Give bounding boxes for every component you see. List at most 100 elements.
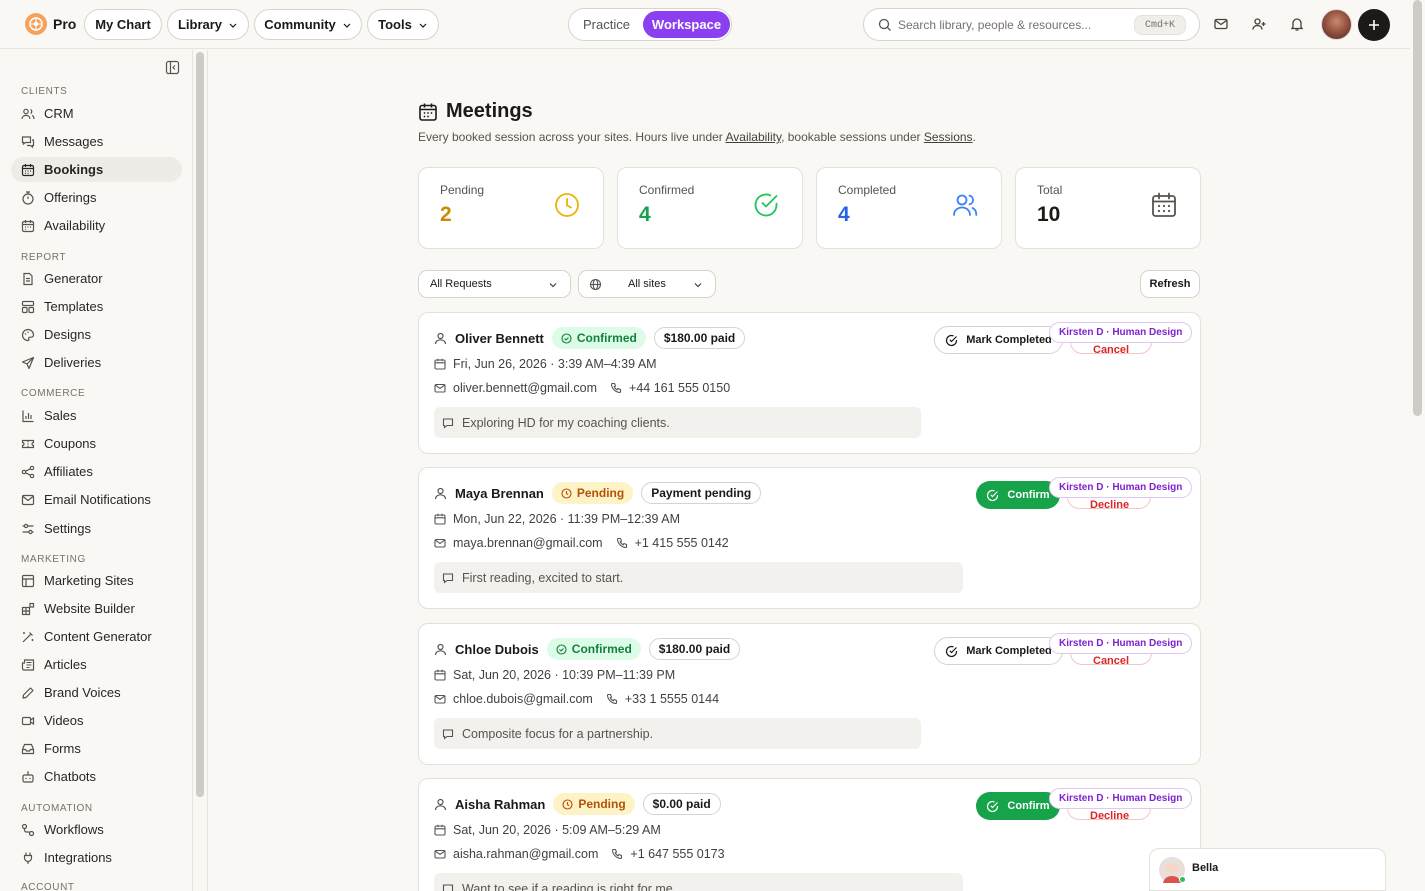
create-button[interactable] bbox=[1358, 9, 1390, 41]
calendar-icon bbox=[21, 163, 35, 176]
shortcut-hint: Cmd+K bbox=[1134, 15, 1186, 35]
stat-value: 10 bbox=[1037, 203, 1061, 226]
sidebar-item-content-generator[interactable]: Content Generator bbox=[11, 624, 182, 649]
bell-icon[interactable] bbox=[1287, 14, 1307, 34]
sidebar-item-website-builder[interactable]: Website Builder bbox=[11, 596, 182, 621]
client-email[interactable]: chloe.dubois@gmail.com bbox=[453, 692, 593, 706]
sidebar-item-integrations[interactable]: Integrations bbox=[11, 845, 182, 870]
section-title: REPORT bbox=[21, 252, 67, 263]
brand-logo[interactable]: Pro bbox=[25, 13, 76, 35]
availability-link[interactable]: Availability bbox=[725, 130, 781, 144]
sidebar-item-label: CRM bbox=[44, 106, 74, 121]
mail-icon[interactable] bbox=[1211, 14, 1231, 34]
sidebar-item-label: Website Builder bbox=[44, 601, 135, 616]
sidebar-item-coupons[interactable]: Coupons bbox=[11, 431, 182, 456]
sidebar-item-generator[interactable]: Generator bbox=[11, 266, 182, 291]
sidebar-item-brand-voices[interactable]: Brand Voices bbox=[11, 680, 182, 705]
phone-icon bbox=[612, 848, 623, 860]
client-email[interactable]: oliver.bennett@gmail.com bbox=[453, 381, 597, 395]
chat-widget[interactable]: Bella bbox=[1149, 848, 1386, 891]
sidebar-item-workflows[interactable]: Workflows bbox=[11, 817, 182, 842]
sidebar-item-videos[interactable]: Videos bbox=[11, 708, 182, 733]
message-icon bbox=[442, 417, 454, 429]
sidebar-item-marketing-sites[interactable]: Marketing Sites bbox=[11, 568, 182, 593]
client-phone[interactable]: +1 647 555 0173 bbox=[630, 847, 724, 861]
add-user-icon[interactable] bbox=[1249, 14, 1269, 34]
sidebar-item-designs[interactable]: Designs bbox=[11, 322, 182, 347]
page-title: Meetings bbox=[418, 100, 533, 123]
globe-icon bbox=[589, 278, 602, 291]
sidebar-item-label: Deliveries bbox=[44, 355, 102, 370]
sidebar-item-offerings[interactable]: Offerings bbox=[11, 185, 182, 210]
client-phone[interactable]: +1 415 555 0142 bbox=[635, 536, 729, 550]
nav-my-chart[interactable]: My Chart bbox=[84, 9, 162, 40]
check-circle-icon bbox=[561, 332, 572, 344]
stat-card-completed: Completed 4 bbox=[816, 167, 1002, 249]
sidebar-item-crm[interactable]: CRM bbox=[11, 101, 182, 126]
sidebar-item-deliveries[interactable]: Deliveries bbox=[11, 350, 182, 375]
sidebar-scrollbar[interactable] bbox=[196, 52, 204, 797]
client-email[interactable]: aisha.rahman@gmail.com bbox=[453, 847, 598, 861]
user-icon bbox=[434, 332, 447, 344]
mail-icon bbox=[434, 849, 446, 859]
bot-icon bbox=[22, 770, 34, 783]
search-icon bbox=[878, 18, 891, 31]
confirm-button[interactable]: Confirm bbox=[976, 481, 1060, 509]
sidebar-item-availability[interactable]: Availability bbox=[11, 213, 182, 238]
sidebar-item-label: Messages bbox=[44, 134, 104, 149]
nav-tools[interactable]: Tools bbox=[367, 9, 439, 40]
check-circle-icon bbox=[754, 193, 778, 217]
search-input[interactable] bbox=[898, 15, 1128, 35]
cancel-label: Cancel bbox=[1093, 344, 1130, 354]
sidebar-item-chatbots[interactable]: Chatbots bbox=[11, 764, 182, 789]
booking-card: Maya Brennan Pending Payment pending Mon… bbox=[418, 467, 1201, 609]
chevron-down-icon bbox=[229, 23, 237, 28]
check-circle-icon bbox=[556, 643, 567, 655]
chat-agent-name: Bella bbox=[1192, 862, 1219, 874]
sidebar-item-affiliates[interactable]: Affiliates bbox=[11, 459, 182, 484]
booking-contact: maya.brennan@gmail.com +1 415 555 0142 bbox=[434, 536, 729, 550]
main-scrollbar[interactable] bbox=[1413, 0, 1422, 416]
sidebar-item-messages[interactable]: Messages bbox=[11, 129, 182, 154]
confirm-button[interactable]: Confirm bbox=[976, 792, 1060, 820]
note-text: Want to see if a reading is right for me… bbox=[462, 881, 677, 891]
global-search[interactable]: Cmd+K bbox=[863, 8, 1200, 41]
sites-filter[interactable]: All sites bbox=[578, 270, 716, 298]
stat-card-confirmed: Confirmed 4 bbox=[617, 167, 803, 249]
sidebar-item-label: Designs bbox=[44, 327, 91, 342]
mode-workspace[interactable]: Workspace bbox=[643, 11, 730, 38]
sidebar-item-sales[interactable]: Sales bbox=[11, 403, 182, 428]
sidebar-item-label: Availability bbox=[44, 218, 106, 233]
user-avatar[interactable] bbox=[1321, 9, 1352, 40]
sidebar-item-label: Workflows bbox=[44, 822, 104, 837]
requests-filter[interactable]: All Requests bbox=[418, 270, 571, 298]
mark-completed-button[interactable]: Mark Completed bbox=[934, 326, 1063, 354]
client-phone[interactable]: +33 1 5555 0144 bbox=[625, 692, 719, 706]
status-text: Pending bbox=[578, 797, 626, 811]
nav-label: Library bbox=[177, 17, 223, 32]
chevron-down-icon bbox=[549, 283, 557, 288]
sidebar-item-email-notifications[interactable]: Email Notifications bbox=[11, 487, 182, 512]
client-phone[interactable]: +44 161 555 0150 bbox=[629, 381, 730, 395]
video-icon bbox=[21, 716, 35, 725]
sidebar-item-settings[interactable]: Settings bbox=[11, 516, 182, 541]
mark-completed-button[interactable]: Mark Completed bbox=[934, 637, 1063, 665]
mode-practice[interactable]: Practice bbox=[573, 12, 640, 37]
send-icon bbox=[21, 356, 35, 369]
sessions-link[interactable]: Sessions bbox=[924, 130, 973, 144]
client-name: Chloe Dubois bbox=[455, 641, 539, 657]
check-circle-icon bbox=[946, 645, 958, 657]
payment-badge: $0.00 paid bbox=[642, 793, 721, 815]
sidebar-item-bookings[interactable]: Bookings bbox=[11, 157, 182, 182]
nav-library[interactable]: Library bbox=[167, 9, 249, 40]
refresh-button[interactable]: Refresh bbox=[1140, 270, 1200, 298]
sidebar-item-articles[interactable]: Articles bbox=[11, 652, 182, 677]
sidebar-item-templates[interactable]: Templates bbox=[11, 294, 182, 319]
client-email[interactable]: maya.brennan@gmail.com bbox=[453, 536, 603, 550]
sidebar-item-forms[interactable]: Forms bbox=[11, 736, 182, 761]
sidebar-collapse-icon[interactable] bbox=[165, 60, 180, 75]
users-icon bbox=[21, 108, 35, 119]
stat-value: 4 bbox=[838, 203, 850, 226]
nav-community[interactable]: Community bbox=[254, 9, 362, 40]
payment-badge: $180.00 paid bbox=[648, 638, 741, 660]
